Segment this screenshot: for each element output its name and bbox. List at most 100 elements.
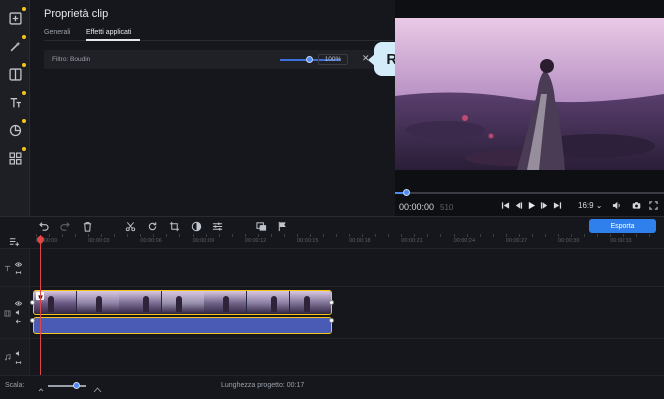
snapshot-button[interactable] [631,200,641,210]
go-to-start-button[interactable] [500,200,510,210]
ruler-label: 00:00:12 [244,238,267,244]
clip-thumbnail [204,291,247,313]
ruler-tick [88,234,90,237]
ruler-tick [388,234,390,237]
add-track-button[interactable] [8,235,20,247]
ruler-tick [649,234,651,237]
timeline-ruler[interactable]: 00:00:00 00:00:03 00:00:06 00:00:09 00:00:12… [0,234,664,248]
music-note-icon [3,353,11,361]
arrow-left-icon [15,318,21,324]
ruler-tick [518,234,520,237]
clip-properties-button[interactable] [211,220,223,232]
ruler-tick [101,234,103,237]
ruler-tick [166,234,168,237]
rotate-button[interactable] [146,220,158,232]
marker-button[interactable] [276,220,288,232]
ruler-tick [584,234,585,237]
transitions-icon [8,67,22,81]
zoom-out-icon[interactable] [38,381,46,392]
fullscreen-button[interactable] [648,200,658,210]
tab-applied-effects[interactable]: Effetti applicati [86,29,131,36]
ruler-tick [62,234,63,237]
add-track-icon [9,237,19,246]
aspect-ratio-dropdown[interactable]: 16:9 ⌄ [578,201,603,210]
previous-frame-button[interactable] [513,200,523,210]
next-frame-button[interactable] [539,200,549,210]
clip-thumbnail [119,291,162,313]
lock-toggle[interactable] [14,317,22,325]
ruler-label: 00:00:15 [297,238,319,244]
visibility-toggle[interactable] [14,299,22,307]
tab-general[interactable]: Generali [44,29,70,36]
ruler-tick [453,234,455,237]
go-to-end-button[interactable] [552,200,562,210]
import-button[interactable] [5,7,26,28]
clip-thumbnail [289,291,331,313]
ruler-tick [336,234,337,237]
video-preview [395,18,664,170]
split-button[interactable] [124,220,136,232]
ruler-tick [205,234,207,237]
stickers-button[interactable] [5,119,26,140]
link-icon [15,360,21,364]
magic-wand-icon [10,41,20,51]
ruler-tick [270,234,272,237]
import-icon [8,11,22,25]
ruler-tick [140,234,142,237]
audio-fade-handle-right[interactable] [329,318,334,323]
export-button[interactable]: Esporta [589,219,656,233]
ruler-tick [571,234,572,237]
ruler-tick [362,234,364,237]
more-tools-icon [8,151,22,165]
playhead[interactable] [40,235,41,375]
ruler-tick [231,234,233,237]
preview-player: 00:00:00 510 16:9 ⌄ [395,0,664,216]
speaker-icon [15,350,19,356]
stickers-icon [9,124,21,136]
clip-trim-handle-right[interactable] [329,300,334,305]
undo-button[interactable] [37,220,49,232]
mute-toggle[interactable] [14,308,22,316]
visibility-toggle[interactable] [14,260,22,268]
zoom-in-icon[interactable] [93,381,102,393]
ruler-tick [349,234,351,237]
zoom-slider-handle[interactable] [73,382,80,389]
ruler-label: 00:00:21 [401,238,423,244]
filter-intensity-handle[interactable] [306,56,313,63]
ruler-tick [153,234,155,237]
audio-track [0,338,664,375]
video-clip[interactable] [33,290,332,315]
ruler-tick [257,234,259,237]
trash-icon [83,221,91,232]
effects-button[interactable] [5,35,26,56]
more-tools-button[interactable] [5,147,26,168]
audio-track-header [0,339,30,375]
audio-clip[interactable] [33,317,332,334]
sliders-icon [212,222,222,230]
scrubber-handle[interactable] [403,189,410,196]
link-toggle[interactable] [14,358,22,366]
overlay-button[interactable] [255,220,267,232]
color-adjust-icon [191,221,201,231]
playback-scrubber[interactable] [395,192,664,194]
clip-trim-handle-left[interactable] [30,300,35,305]
crop-button[interactable] [168,220,180,232]
link-toggle[interactable] [14,268,22,276]
titles-button[interactable] [5,91,26,112]
redo-button[interactable] [59,220,71,232]
zoom-slider[interactable] [48,385,86,387]
filter-name: Filtro: Boudin [52,56,91,63]
play-button[interactable] [526,200,536,210]
ruler-tick [192,234,194,237]
project-length: Lunghezza progetto: 00:17 [221,382,305,389]
mute-toggle[interactable] [14,349,22,357]
filter-intensity-value[interactable]: 100% [318,54,348,65]
volume-button[interactable] [611,200,621,210]
color-adjust-button[interactable] [190,220,202,232]
tool-rail [0,0,30,216]
ruler-tick [531,234,533,237]
transitions-button[interactable] [5,63,26,84]
delete-button[interactable] [81,220,93,232]
audio-fade-handle-left[interactable] [30,318,35,323]
ruler-label: 00:00:09 [192,238,215,244]
